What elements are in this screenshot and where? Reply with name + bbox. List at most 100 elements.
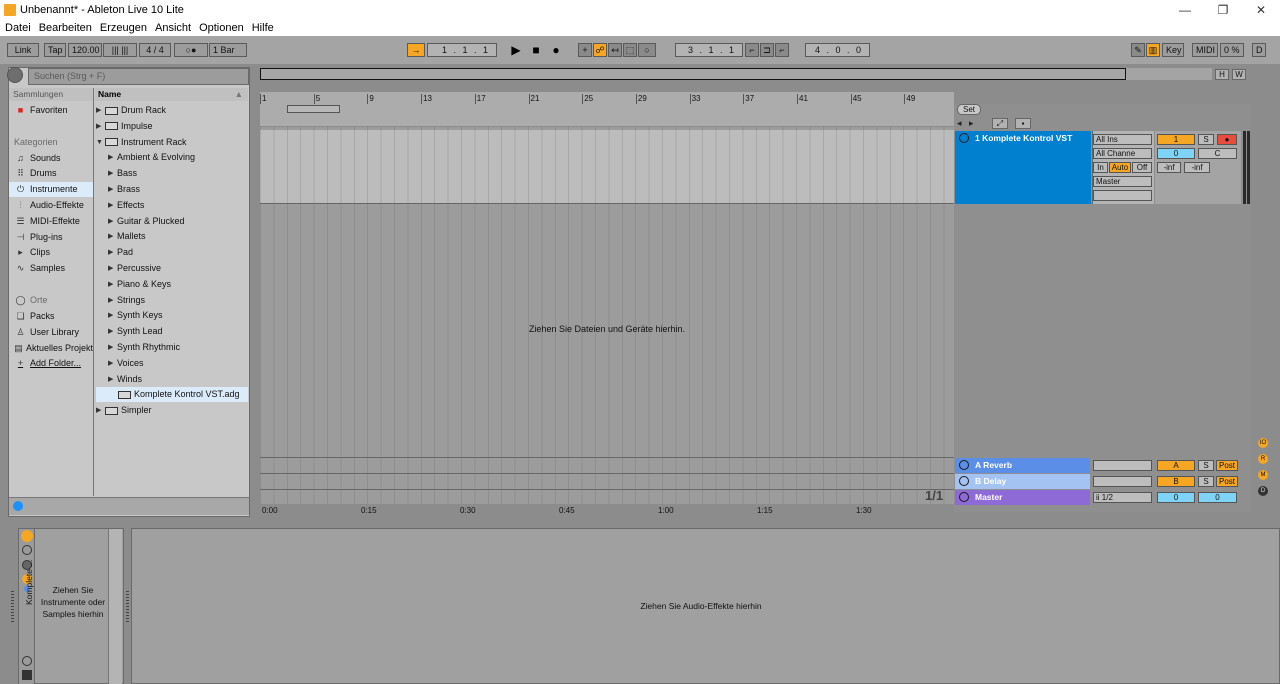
track1-title[interactable]: 1 Komplete Kontrol VST <box>955 131 1091 146</box>
input-channel-select[interactable]: All Channe <box>1093 148 1152 159</box>
browser-item[interactable]: ▶ Voices <box>96 356 248 371</box>
browser-item[interactable]: ▶ Piano & Keys <box>96 277 248 292</box>
tempo-field[interactable]: 120.00 <box>68 43 102 57</box>
collapse-triangle-icon[interactable]: ▶ <box>108 198 117 213</box>
session-record-button[interactable]: ○ <box>638 43 656 57</box>
follow-button[interactable]: → <box>407 43 425 57</box>
menu-ansicht[interactable]: Ansicht <box>155 22 191 34</box>
expand-tracks-button[interactable]: ⤢ <box>992 118 1008 129</box>
set-locator-button[interactable]: Set <box>957 104 981 115</box>
midi-map-button[interactable]: MIDI <box>1192 43 1218 57</box>
key-map-button[interactable]: Key <box>1162 43 1184 57</box>
collapse-triangle-icon[interactable]: ▶ <box>108 245 117 260</box>
sidebar-item-favoriten[interactable]: ■ Favoriten <box>9 103 93 118</box>
record-button[interactable]: ● <box>550 43 562 57</box>
maximize-button[interactable]: ❐ <box>1204 0 1242 20</box>
track1-arrangement-lane[interactable] <box>260 130 954 204</box>
collapse-triangle-icon[interactable]: ▶ <box>108 324 117 339</box>
play-button[interactable]: ▶ <box>510 43 522 57</box>
loop-switch[interactable]: ⊐ <box>760 43 774 57</box>
metronome-toggle[interactable]: ○● <box>174 43 208 57</box>
loop-start-field[interactable]: 3 . 1 . 1 <box>675 43 743 57</box>
browser-item[interactable]: ▶ Percussive <box>96 261 248 276</box>
name-column-header[interactable]: Name ▲ <box>95 88 248 101</box>
expand-triangle-icon[interactable]: ▼ <box>96 135 105 150</box>
device-lock-icon[interactable] <box>22 670 32 680</box>
menu-optionen[interactable]: Optionen <box>199 22 244 34</box>
return-a-header[interactable]: A Reverb <box>955 458 1090 473</box>
sidebar-item-sounds[interactable]: ♫ Sounds <box>9 151 93 166</box>
io-toggle-icon[interactable]: IO <box>1258 438 1268 448</box>
lock-button[interactable]: ▪ <box>1015 118 1031 129</box>
sidebar-item-clips[interactable]: ▸ Clips <box>9 245 93 260</box>
input-type-select[interactable]: All Ins <box>1093 134 1152 145</box>
collapse-triangle-icon[interactable]: ▶ <box>96 403 105 418</box>
return-b-post[interactable]: Post <box>1216 476 1238 487</box>
volume-field[interactable]: 0 <box>1157 148 1195 159</box>
mixer-toggle-icon[interactable]: M <box>1258 470 1268 480</box>
stop-button[interactable]: ■ <box>530 43 542 57</box>
minimize-button[interactable]: — <box>1166 0 1204 20</box>
sidebar-item-audio-effekte[interactable]: ⫶ Audio-Effekte <box>9 198 93 213</box>
sidebar-item-instrumente[interactable]: ⏻ Instrumente <box>9 182 93 197</box>
browser-item[interactable]: ▼ Instrument Rack <box>96 135 248 150</box>
height-button[interactable]: H <box>1215 69 1229 80</box>
browser-item[interactable]: ▶ Simpler <box>96 403 248 418</box>
browser-item[interactable]: ▶ Drum Rack <box>96 103 248 118</box>
output-select[interactable]: Master <box>1093 176 1152 187</box>
device-power-icon[interactable] <box>22 656 32 666</box>
next-locator-icon[interactable]: ▸ <box>969 118 974 129</box>
punch-out-button[interactable]: ⌐ <box>775 43 789 57</box>
close-button[interactable]: ✕ <box>1242 0 1280 20</box>
collapse-triangle-icon[interactable]: ▶ <box>108 261 117 276</box>
track-activator[interactable]: 1 <box>1157 134 1195 145</box>
track-fold-icon[interactable] <box>959 133 969 143</box>
drag-handle-icon[interactable] <box>126 590 129 622</box>
browser-toggle-icon[interactable] <box>7 67 23 83</box>
browser-item[interactable]: ▶ Guitar & Plucked <box>96 214 248 229</box>
drag-handle-icon[interactable] <box>11 590 14 622</box>
collapse-triangle-icon[interactable]: ▶ <box>108 214 117 229</box>
browser-item[interactable]: ▶ Strings <box>96 293 248 308</box>
device-activator-icon[interactable] <box>21 530 33 542</box>
browser-divider[interactable] <box>93 88 94 496</box>
return-a-output[interactable] <box>1093 460 1152 471</box>
sidebar-item-drums[interactable]: ⠿ Drums <box>9 166 93 181</box>
browser-item[interactable]: ▶ Synth Keys <box>96 308 248 323</box>
pan-field[interactable]: C <box>1198 148 1237 159</box>
sidebar-item-current-project[interactable]: ▤ Aktuelles Projekt <box>9 341 93 356</box>
link-button[interactable]: Link <box>7 43 39 57</box>
delay-toggle-icon[interactable]: D <box>1258 486 1268 496</box>
browser-item[interactable]: ▶ Impulse <box>96 119 248 134</box>
browser-item[interactable]: ▶ Brass <box>96 182 248 197</box>
punch-in-button[interactable]: ⌐ <box>745 43 759 57</box>
sidebar-item-packs[interactable]: ❏ Packs <box>9 309 93 324</box>
browser-item[interactable]: ▶ Pad <box>96 245 248 260</box>
collapse-triangle-icon[interactable]: ▶ <box>96 103 105 118</box>
master-output-select[interactable]: ii 1/2 <box>1093 492 1152 503</box>
browser-item[interactable]: ▶ Effects <box>96 198 248 213</box>
capture-midi-button[interactable]: ⬚ <box>623 43 637 57</box>
collapse-triangle-icon[interactable]: ▶ <box>108 182 117 197</box>
collapse-triangle-icon[interactable]: ▶ <box>108 293 117 308</box>
collapse-triangle-icon[interactable]: ▶ <box>108 277 117 292</box>
sidebar-item-user-library[interactable]: ♙ User Library <box>9 325 93 340</box>
master-pan[interactable]: 0 <box>1198 492 1237 503</box>
return-b-header[interactable]: B Delay <box>955 474 1090 489</box>
tap-tempo-button[interactable]: Tap <box>44 43 66 57</box>
monitor-off-button[interactable]: Off <box>1132 162 1152 173</box>
quantize-menu[interactable]: 1 Bar <box>209 43 247 57</box>
arrangement-position-field[interactable]: 1 . 1 . 1 <box>427 43 497 57</box>
collapse-triangle-icon[interactable]: ▶ <box>108 229 117 244</box>
sidebar-item-midi-effekte[interactable]: ☰ MIDI-Effekte <box>9 214 93 229</box>
draw-mode-button[interactable]: ✎ <box>1131 43 1145 57</box>
menu-bearbeiten[interactable]: Bearbeiten <box>39 22 92 34</box>
return-b-solo[interactable]: S <box>1198 476 1214 487</box>
track-fold-icon[interactable] <box>959 476 969 486</box>
browser-item[interactable]: Komplete Kontrol VST.adg <box>96 387 248 403</box>
monitor-in-button[interactable]: In <box>1093 162 1108 173</box>
solo-button[interactable]: S <box>1198 134 1214 145</box>
re-enable-automation-button[interactable]: ↤ <box>608 43 622 57</box>
sidebar-item-add-folder[interactable]: + Add Folder... <box>9 356 93 371</box>
output-channel-select[interactable] <box>1093 190 1152 201</box>
